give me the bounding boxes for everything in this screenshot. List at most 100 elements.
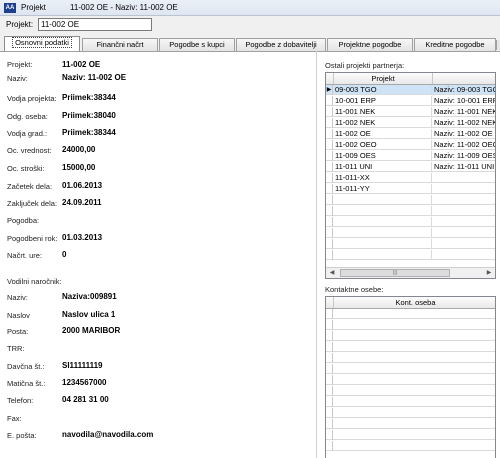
cell-project-name[interactable]: Naziv: 11-002 OE bbox=[433, 129, 495, 139]
cell-project-name[interactable]: Naziv: 11-001 NEK bbox=[433, 107, 495, 117]
empty-row bbox=[326, 217, 495, 227]
client-value-email: navodila@navodila.com bbox=[62, 430, 154, 439]
window-title: Projekt bbox=[21, 3, 46, 12]
client-label-naziv: Naziv: bbox=[7, 293, 28, 302]
field-value-naziv: Naziv: 11-002 OE bbox=[62, 73, 127, 82]
cell-project-name[interactable]: Naziv: 10-001 ERP bbox=[433, 96, 495, 106]
column-header-naziv[interactable] bbox=[433, 73, 495, 84]
cell-project-code[interactable]: 11-011-XX bbox=[334, 173, 432, 183]
cell-project-code[interactable]: 09-003 TGO bbox=[334, 85, 432, 95]
client-value-davcna: SI11111119 bbox=[62, 361, 103, 370]
row-header bbox=[326, 140, 333, 150]
cell-project-code[interactable]: 11-002 OE bbox=[334, 129, 432, 139]
table-row[interactable]: 11-002 OEO Naziv: 11-002 OEO bbox=[326, 140, 495, 150]
tab-financni-nacrt[interactable]: Finančni načrt bbox=[82, 38, 158, 51]
table-row[interactable]: 11-001 NEK Naziv: 11-001 NEK bbox=[326, 107, 495, 117]
field-value-zacetek-dela: 01.06.2013 bbox=[62, 181, 103, 190]
empty-row bbox=[326, 441, 495, 451]
field-label-projekt: Projekt: bbox=[7, 60, 33, 69]
empty-row bbox=[326, 320, 495, 330]
contacts-grid: Kont. oseba bbox=[325, 296, 496, 458]
cell-project-code[interactable]: 10-001 ERP bbox=[334, 96, 432, 106]
column-header-projekt[interactable]: Projekt bbox=[334, 73, 433, 84]
cell-project-name[interactable] bbox=[433, 184, 495, 194]
cell-project-name[interactable]: Naziv: 11-002 NEK bbox=[433, 118, 495, 128]
row-header bbox=[326, 173, 333, 183]
cell-project-name[interactable]: Naziv: 11-002 OEO bbox=[433, 140, 495, 150]
scroll-thumb[interactable]: ||| bbox=[340, 269, 450, 277]
table-row[interactable]: 11-002 NEK Naziv: 11-002 NEK bbox=[326, 118, 495, 128]
tab-osnovni-podatki[interactable]: Osnovni podatki bbox=[4, 36, 80, 51]
project-selector-input[interactable]: 11-002 OE bbox=[38, 18, 152, 31]
field-label-vodja-grad: Vodja grad.: bbox=[7, 129, 48, 138]
field-value-projekt: 11-002 OE bbox=[62, 60, 101, 69]
table-row[interactable]: 11-011-YY bbox=[326, 184, 495, 194]
table-row[interactable]: 11-011 UNI Naziv: 11-011 UNI bbox=[326, 162, 495, 172]
cell-project-code[interactable]: 11-002 NEK bbox=[334, 118, 432, 128]
horizontal-scrollbar[interactable]: ◀ ||| ▶ bbox=[326, 267, 495, 278]
field-label-pogodbeni-rok: Pogodbeni rok: bbox=[7, 234, 58, 243]
client-value-posta: 2000 MARIBOR bbox=[62, 326, 121, 335]
field-value-oc-vrednost: 24000,00 bbox=[62, 145, 96, 154]
field-value-oc-stroski: 15000,00 bbox=[62, 163, 96, 172]
tab-kreditne-pogodbe[interactable]: Kreditne pogodbe bbox=[414, 38, 496, 51]
field-label-pogodba: Pogodba: bbox=[7, 216, 40, 225]
table-row[interactable]: 11-011-XX bbox=[326, 173, 495, 183]
app-icon: AA bbox=[4, 3, 16, 13]
scroll-left-icon[interactable]: ◀ bbox=[327, 269, 337, 278]
cell-project-code[interactable]: 11-002 OEO bbox=[334, 140, 432, 150]
tab-pogodbe-s-kupci[interactable]: Pogodbe s kupci bbox=[159, 38, 235, 51]
field-value-vodja-projekta: Priimek:38344 bbox=[62, 93, 116, 102]
cell-project-code[interactable]: 11-011 UNI bbox=[334, 162, 432, 172]
table-row[interactable]: ▶ 09-003 TGO Naziv: 09-003 TGO bbox=[326, 85, 495, 95]
field-value-odg-oseba: Priimek:38040 bbox=[62, 111, 116, 120]
tab-projektne-pogodbe[interactable]: Projektne pogodbe bbox=[327, 38, 413, 51]
cell-project-name[interactable]: Naziv: 11-009 OES bbox=[433, 151, 495, 161]
empty-row bbox=[326, 309, 495, 319]
client-label-davcna: Davčna št.: bbox=[7, 362, 45, 371]
cell-project-name[interactable] bbox=[433, 173, 495, 183]
cell-project-code[interactable]: 11-001 NEK bbox=[334, 107, 432, 117]
row-header-column bbox=[326, 73, 334, 84]
row-header bbox=[326, 129, 333, 139]
client-label-posta: Posta: bbox=[7, 327, 29, 336]
field-label-vodja-projekta: Vodja projekta: bbox=[7, 94, 57, 103]
cell-project-name[interactable]: Naziv: 11-011 UNI bbox=[433, 162, 495, 172]
table-row[interactable]: 11-002 OE Naziv: 11-002 OE bbox=[326, 129, 495, 139]
empty-row bbox=[326, 228, 495, 238]
partner-projects-grid: Projekt ▶ 09-003 TGO Naziv: 09-003 TGO 1… bbox=[325, 72, 496, 279]
client-label-naslov: Naslov bbox=[7, 311, 30, 320]
empty-row bbox=[326, 239, 495, 249]
contacts-title: Kontaktne osebe: bbox=[325, 285, 384, 294]
cell-project-name[interactable]: Naziv: 09-003 TGO bbox=[433, 85, 495, 95]
client-label-fax: Fax: bbox=[7, 414, 22, 423]
window-titlebar: AA Projekt 11-002 OE - Naziv: 11-002 OE bbox=[0, 0, 500, 16]
field-label-odg-oseba: Odg. oseba: bbox=[7, 112, 48, 121]
client-label-email: E. pošta: bbox=[7, 431, 37, 440]
row-header bbox=[326, 107, 333, 117]
empty-row bbox=[326, 419, 495, 429]
row-header bbox=[326, 118, 333, 128]
cell-project-code[interactable]: 11-009 OES bbox=[334, 151, 432, 161]
empty-row bbox=[326, 250, 495, 260]
current-row-indicator-icon: ▶ bbox=[326, 85, 333, 95]
row-header bbox=[326, 162, 333, 172]
field-value-pogodbeni-rok: 01.03.2013 bbox=[62, 233, 103, 242]
field-label-oc-vrednost: Oc. vrednost: bbox=[7, 146, 52, 155]
empty-row bbox=[326, 353, 495, 363]
client-value-naslov: Naslov ulica 1 bbox=[62, 310, 116, 319]
field-label-zacetek-dela: Začetek dela: bbox=[7, 182, 53, 191]
empty-row bbox=[326, 342, 495, 352]
cell-project-code[interactable]: 11-011-YY bbox=[334, 184, 432, 194]
tab-pogodbe-z-dobavitelji[interactable]: Pogodbe z dobavitelji bbox=[236, 38, 326, 51]
window-subtitle: 11-002 OE - Naziv: 11-002 OE bbox=[70, 3, 178, 12]
column-header-kont-oseba[interactable]: Kont. oseba bbox=[334, 297, 495, 308]
table-row[interactable]: 11-009 OES Naziv: 11-009 OES bbox=[326, 151, 495, 161]
empty-row bbox=[326, 364, 495, 374]
client-value-telefon: 04 281 31 00 bbox=[62, 395, 109, 404]
table-row[interactable]: 10-001 ERP Naziv: 10-001 ERP bbox=[326, 96, 495, 106]
tab-scroll-button[interactable] bbox=[496, 40, 500, 50]
client-label-telefon: Telefon: bbox=[7, 396, 34, 405]
panel-divider bbox=[316, 51, 317, 458]
scroll-right-icon[interactable]: ▶ bbox=[484, 269, 494, 278]
